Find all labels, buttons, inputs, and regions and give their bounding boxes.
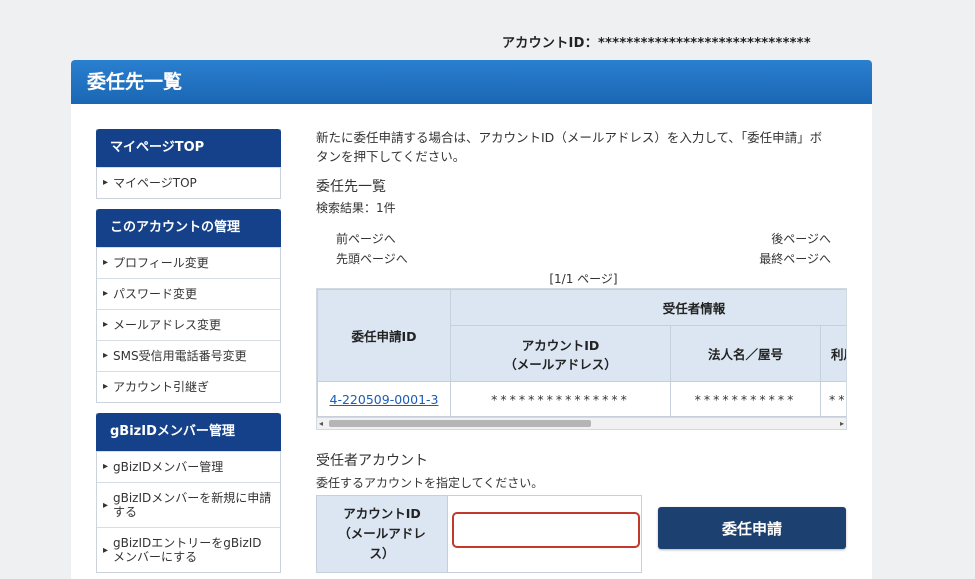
page-title: 委任先一覧 <box>71 60 872 104</box>
sidebar-group-mypage: マイページTOP マイページTOP <box>96 129 281 199</box>
scroll-left-arrow-icon[interactable]: ◂ <box>319 418 323 429</box>
delegate-form: アカウントID （メールアドレ ス） 委任申請 <box>316 495 851 573</box>
delegation-table-container: 委任申請ID 受任者情報 アカウントID （メールアドレス） 法人名／屋号 利用… <box>316 288 847 418</box>
col-header-account-id-line1: アカウントID <box>521 337 600 353</box>
sidebar-item-profile[interactable]: プロフィール変更 <box>97 247 280 278</box>
sidebar-heading-account: このアカウントの管理 <box>96 209 281 247</box>
sidebar-group-members: gBizIDメンバー管理 gBizIDメンバー管理 gBizIDメンバーを新規に… <box>96 413 281 573</box>
request-id-link[interactable]: 4-220509-0001-3 <box>330 392 439 407</box>
main-content: 新たに委任申請する場合は、アカウントID（メールアドレス）を入力して、「委任申請… <box>316 128 851 573</box>
intro-line-2: タンを押下してください。 <box>316 149 466 164</box>
scroll-right-arrow-icon[interactable]: ▸ <box>840 418 844 429</box>
main-panel: 委任先一覧 マイページTOP マイページTOP このアカウントの管理 プロフィー… <box>71 60 872 579</box>
delegatee-account-title: 受任者アカウント <box>316 453 428 469</box>
last-page-link[interactable]: 最終ページへ <box>759 250 831 267</box>
sidebar-group-account: このアカウントの管理 プロフィール変更 パスワード変更 メールアドレス変更 SM… <box>96 209 281 403</box>
list-title: 委任先一覧 <box>316 179 386 195</box>
scrollbar-thumb[interactable] <box>329 420 591 427</box>
page-indicator: [1/1 ページ] <box>549 272 618 286</box>
account-id-field-cell <box>448 495 642 573</box>
account-id-field-label: アカウントID （メールアドレ ス） <box>316 495 448 573</box>
intro-text: 新たに委任申請する場合は、アカウントID（メールアドレス）を入力して、「委任申請… <box>316 128 851 166</box>
result-count: 検索結果：1件 <box>316 201 396 215</box>
sidebar-item-sms-phone[interactable]: SMS受信用電話番号変更 <box>97 340 280 371</box>
sidebar-item-password[interactable]: パスワード変更 <box>97 278 280 309</box>
delegation-table: 委任申請ID 受任者情報 アカウントID （メールアドレス） 法人名／屋号 利用… <box>317 289 846 417</box>
sidebar-item-entry-to-member[interactable]: gBizIDエントリーをgBizIDメンバーにする <box>97 527 280 572</box>
cell-account-id: *************** <box>450 381 671 417</box>
cell-corp-name: *********** <box>670 381 821 417</box>
col-header-request-id: 委任申請ID <box>317 289 451 382</box>
cell-request-id: 4-220509-0001-3 <box>317 381 451 417</box>
col-header-corp-name: 法人名／屋号 <box>670 325 821 382</box>
sidebar-item-member-management[interactable]: gBizIDメンバー管理 <box>97 451 280 482</box>
sidebar-heading-mypage: マイページTOP <box>96 129 281 167</box>
account-id-label-line2: （メールアドレ <box>338 526 426 541</box>
sidebar-item-new-member[interactable]: gBizIDメンバーを新規に申請する <box>97 482 280 527</box>
sidebar-item-mypage-top[interactable]: マイページTOP <box>97 167 280 198</box>
sidebar-item-email[interactable]: メールアドレス変更 <box>97 309 280 340</box>
account-id-label-line3: ス） <box>369 546 395 561</box>
col-header-delegatee-info: 受任者情報 <box>450 289 846 326</box>
account-id-input[interactable] <box>452 512 640 548</box>
col-header-usage: 利用 <box>820 325 846 382</box>
account-id-label-line1: アカウントID <box>343 506 421 521</box>
col-header-account-id: アカウントID （メールアドレス） <box>450 325 671 382</box>
delegate-request-button[interactable]: 委任申請 <box>658 507 846 549</box>
delegatee-account-instruction: 委任するアカウントを指定してください。 <box>316 476 544 490</box>
table-horizontal-scrollbar[interactable]: ◂ ▸ <box>316 418 847 430</box>
account-id-label: アカウントID： <box>502 36 599 51</box>
pager: 前ページへ 先頭ページへ 後ページへ 最終ページへ <box>316 230 851 270</box>
cell-usage: ** <box>820 381 846 417</box>
prev-page-link[interactable]: 前ページへ <box>336 230 396 247</box>
sidebar-heading-members: gBizIDメンバー管理 <box>96 413 281 451</box>
next-page-link[interactable]: 後ページへ <box>771 230 831 247</box>
sidebar-item-account-transfer[interactable]: アカウント引継ぎ <box>97 371 280 402</box>
account-id-display: アカウントID：****************************** <box>502 32 811 51</box>
account-id-value: ****************************** <box>598 36 811 51</box>
table-row: 4-220509-0001-3 *************** ********… <box>317 381 846 417</box>
sidebar: マイページTOP マイページTOP このアカウントの管理 プロフィール変更 パス… <box>96 129 281 579</box>
col-header-account-id-line2: （メールアドレス） <box>504 356 617 372</box>
intro-line-1: 新たに委任申請する場合は、アカウントID（メールアドレス）を入力して、「委任申請… <box>316 130 823 145</box>
first-page-link[interactable]: 先頭ページへ <box>336 250 408 267</box>
